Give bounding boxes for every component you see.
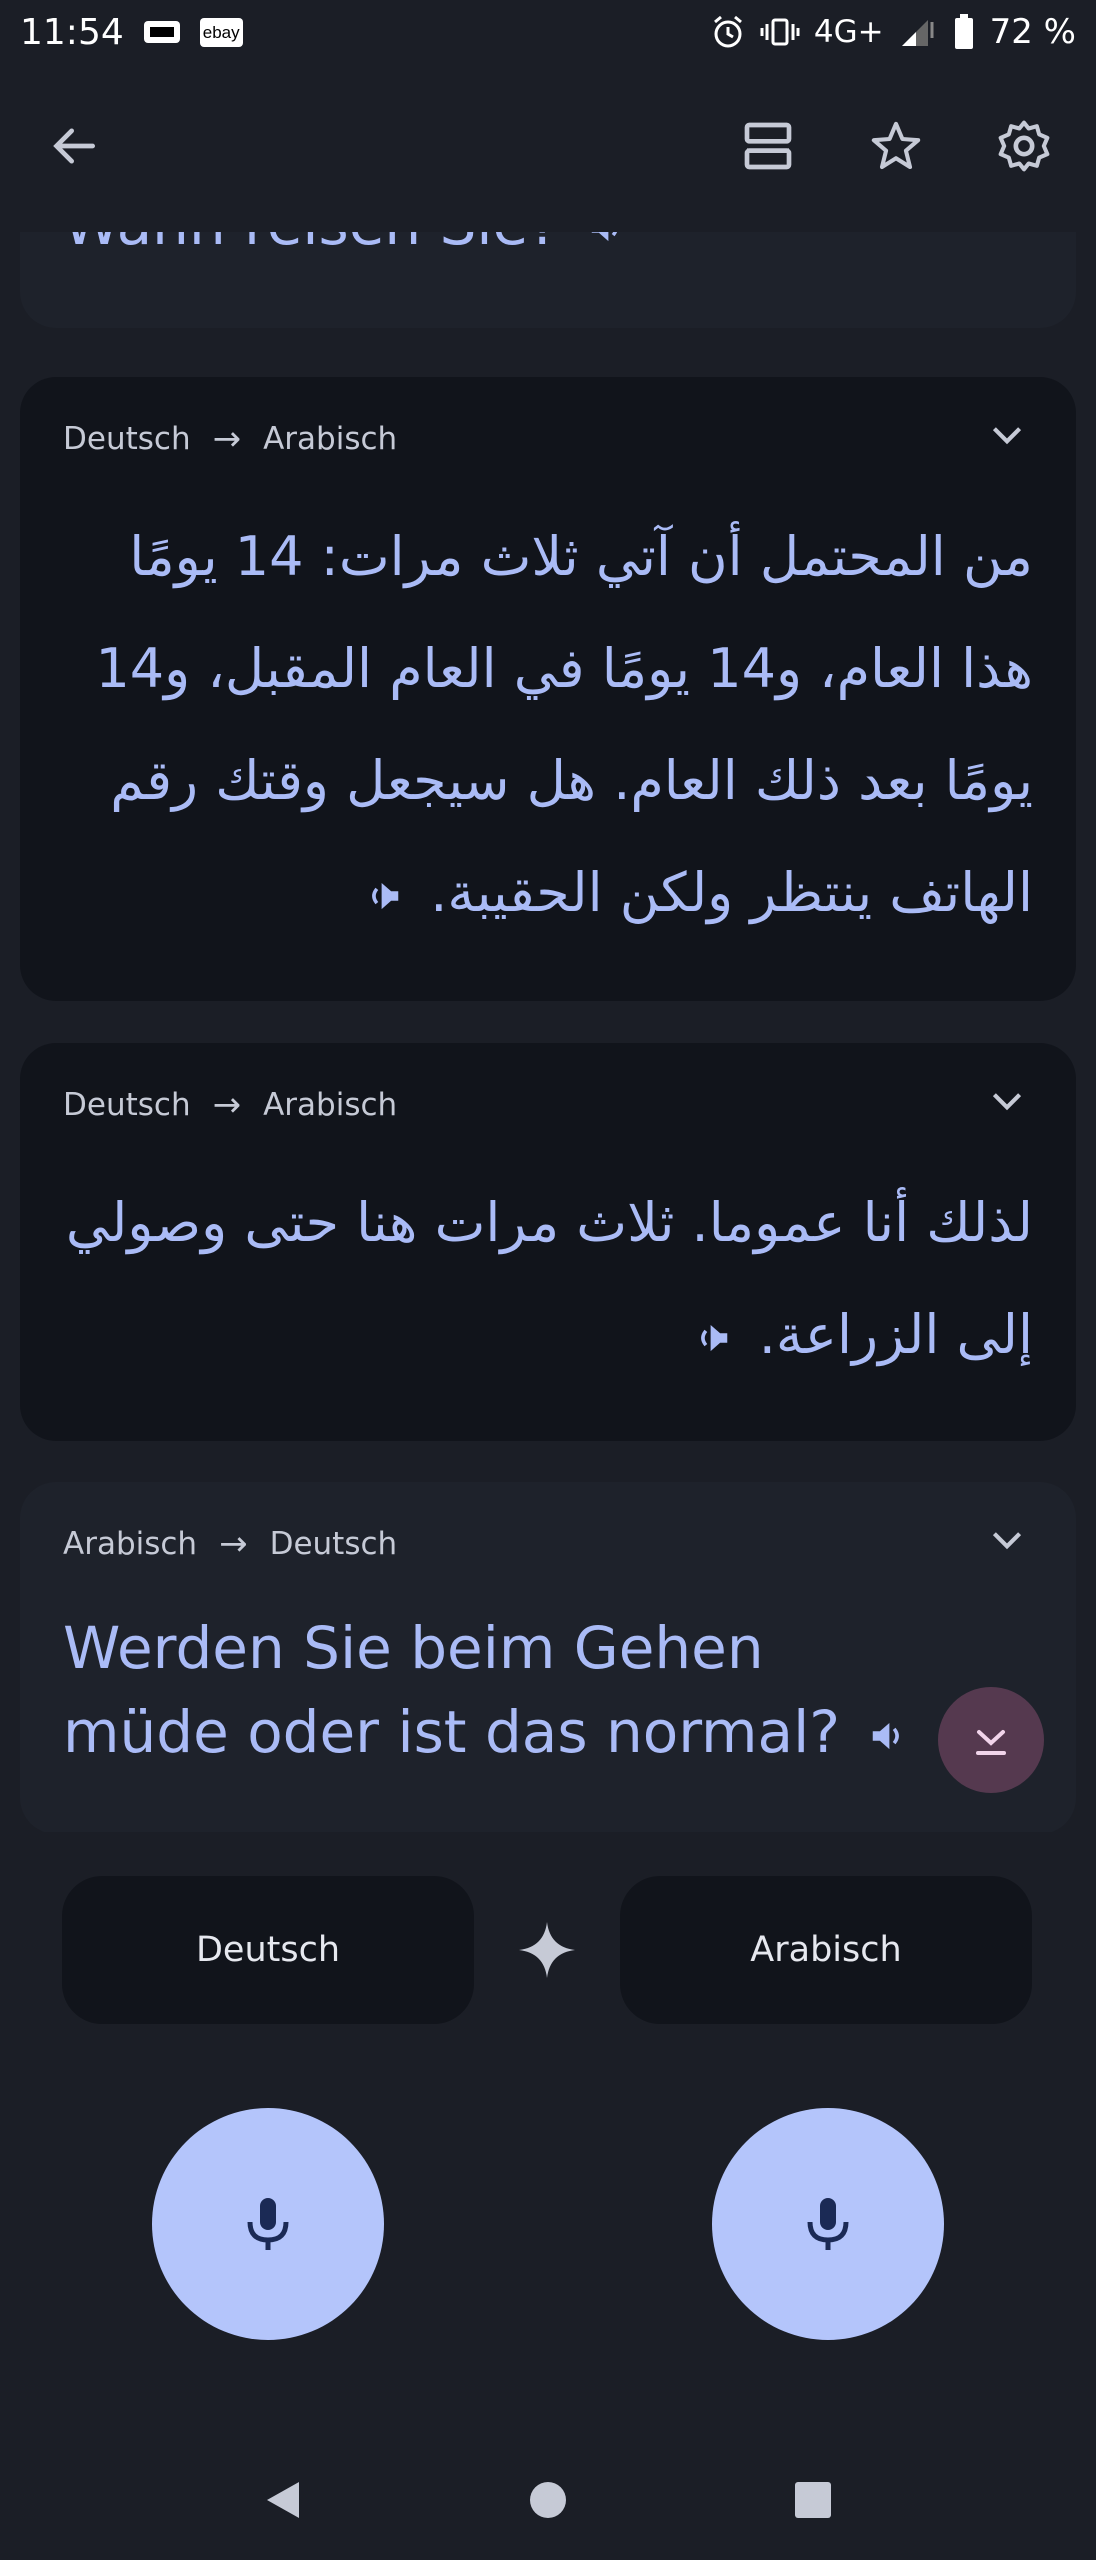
conversation-card[interactable]: Deutsch → Arabisch من المحتمل أن آتي ثلا… bbox=[20, 377, 1076, 1001]
conversation-layout-button[interactable] bbox=[736, 114, 800, 178]
mic-icon bbox=[807, 2198, 849, 2250]
target-language: Arabisch bbox=[263, 1087, 398, 1123]
conversation-card[interactable]: Wann reisen Sie? bbox=[20, 232, 1076, 328]
expand-button[interactable] bbox=[986, 1519, 1028, 1569]
target-language: Arabisch bbox=[263, 421, 398, 457]
signal-icon bbox=[901, 20, 934, 46]
speaker-icon[interactable] bbox=[694, 1319, 732, 1357]
card-header: Arabisch → Deutsch bbox=[20, 1482, 1076, 1606]
vibrate-icon bbox=[760, 18, 800, 46]
target-language: Deutsch bbox=[269, 1526, 398, 1562]
system-navigation-bar bbox=[0, 2440, 1096, 2560]
chevron-down-icon bbox=[992, 1532, 1022, 1550]
battery-level: 72 % bbox=[989, 12, 1076, 52]
translation-text: من المحتمل أن آتي ثلاث مرات: 14 يومًا هذ… bbox=[95, 525, 1033, 924]
battery-icon bbox=[954, 14, 973, 49]
layers-icon bbox=[744, 122, 792, 170]
chevron-down-icon bbox=[992, 427, 1022, 445]
star-icon bbox=[871, 121, 921, 170]
source-language: Deutsch bbox=[63, 1087, 191, 1123]
speaker-icon[interactable] bbox=[868, 1717, 906, 1755]
nav-back-icon[interactable] bbox=[259, 2476, 307, 2524]
back-button[interactable] bbox=[42, 114, 106, 178]
ticket-icon bbox=[143, 21, 180, 43]
conversation-list[interactable]: Wann reisen Sie? Deutsch → Arabisch من ا… bbox=[0, 232, 1096, 1832]
conversation-card[interactable]: Deutsch → Arabisch لذلك أنا عموما. ثلاث … bbox=[20, 1043, 1076, 1441]
nav-recents-icon[interactable] bbox=[789, 2476, 837, 2524]
language-selector: Deutsch Arabisch bbox=[62, 1876, 1032, 2024]
network-type: 4G+ bbox=[813, 14, 884, 50]
speaker-icon[interactable] bbox=[365, 877, 403, 915]
card-header: Deutsch → Arabisch bbox=[20, 377, 1076, 501]
mic-button-left[interactable] bbox=[152, 2108, 384, 2340]
source-language: Deutsch bbox=[63, 421, 191, 457]
nav-home-icon[interactable] bbox=[524, 2476, 572, 2524]
mic-button-right[interactable] bbox=[712, 2108, 944, 2340]
gear-icon bbox=[998, 120, 1050, 172]
speaker-icon[interactable] bbox=[587, 232, 625, 247]
settings-button[interactable] bbox=[992, 114, 1056, 178]
scroll-down-icon bbox=[976, 1730, 1006, 1755]
translation-text: Werden Sie beim Gehen müde oder ist das … bbox=[63, 1614, 840, 1766]
translation-text: لذلك أنا عموما. ثلاث مرات هنا حتى وصولي … bbox=[65, 1191, 1033, 1366]
status-time: 11:54 bbox=[20, 11, 124, 53]
right-language-button[interactable]: Arabisch bbox=[620, 1876, 1032, 2024]
alarm-icon bbox=[713, 15, 742, 48]
translation-text: Wann reisen Sie? bbox=[63, 232, 559, 258]
card-header: Deutsch → Arabisch bbox=[20, 1043, 1076, 1167]
arrow-right-icon: → bbox=[212, 419, 242, 459]
sparkle-icon bbox=[519, 1922, 575, 1978]
source-language: Arabisch bbox=[63, 1526, 198, 1562]
left-language-button[interactable]: Deutsch bbox=[62, 1876, 474, 2024]
expand-button[interactable] bbox=[986, 414, 1028, 464]
favorite-button[interactable] bbox=[864, 114, 928, 178]
top-app-bar bbox=[0, 100, 1096, 192]
scroll-to-bottom-button[interactable] bbox=[938, 1687, 1044, 1793]
back-arrow-icon bbox=[53, 128, 95, 164]
chevron-down-icon bbox=[992, 1093, 1022, 1111]
arrow-right-icon: → bbox=[212, 1085, 242, 1125]
status-bar: 11:54 ebay 4G+ 72 % bbox=[0, 0, 1096, 64]
conversation-card[interactable]: Arabisch → Deutsch Werden Sie beim Gehen… bbox=[20, 1482, 1076, 1832]
ebay-notification-icon: ebay bbox=[199, 17, 243, 47]
arrow-right-icon: → bbox=[219, 1524, 248, 1564]
expand-button[interactable] bbox=[986, 1080, 1028, 1130]
mic-icon bbox=[247, 2198, 289, 2250]
